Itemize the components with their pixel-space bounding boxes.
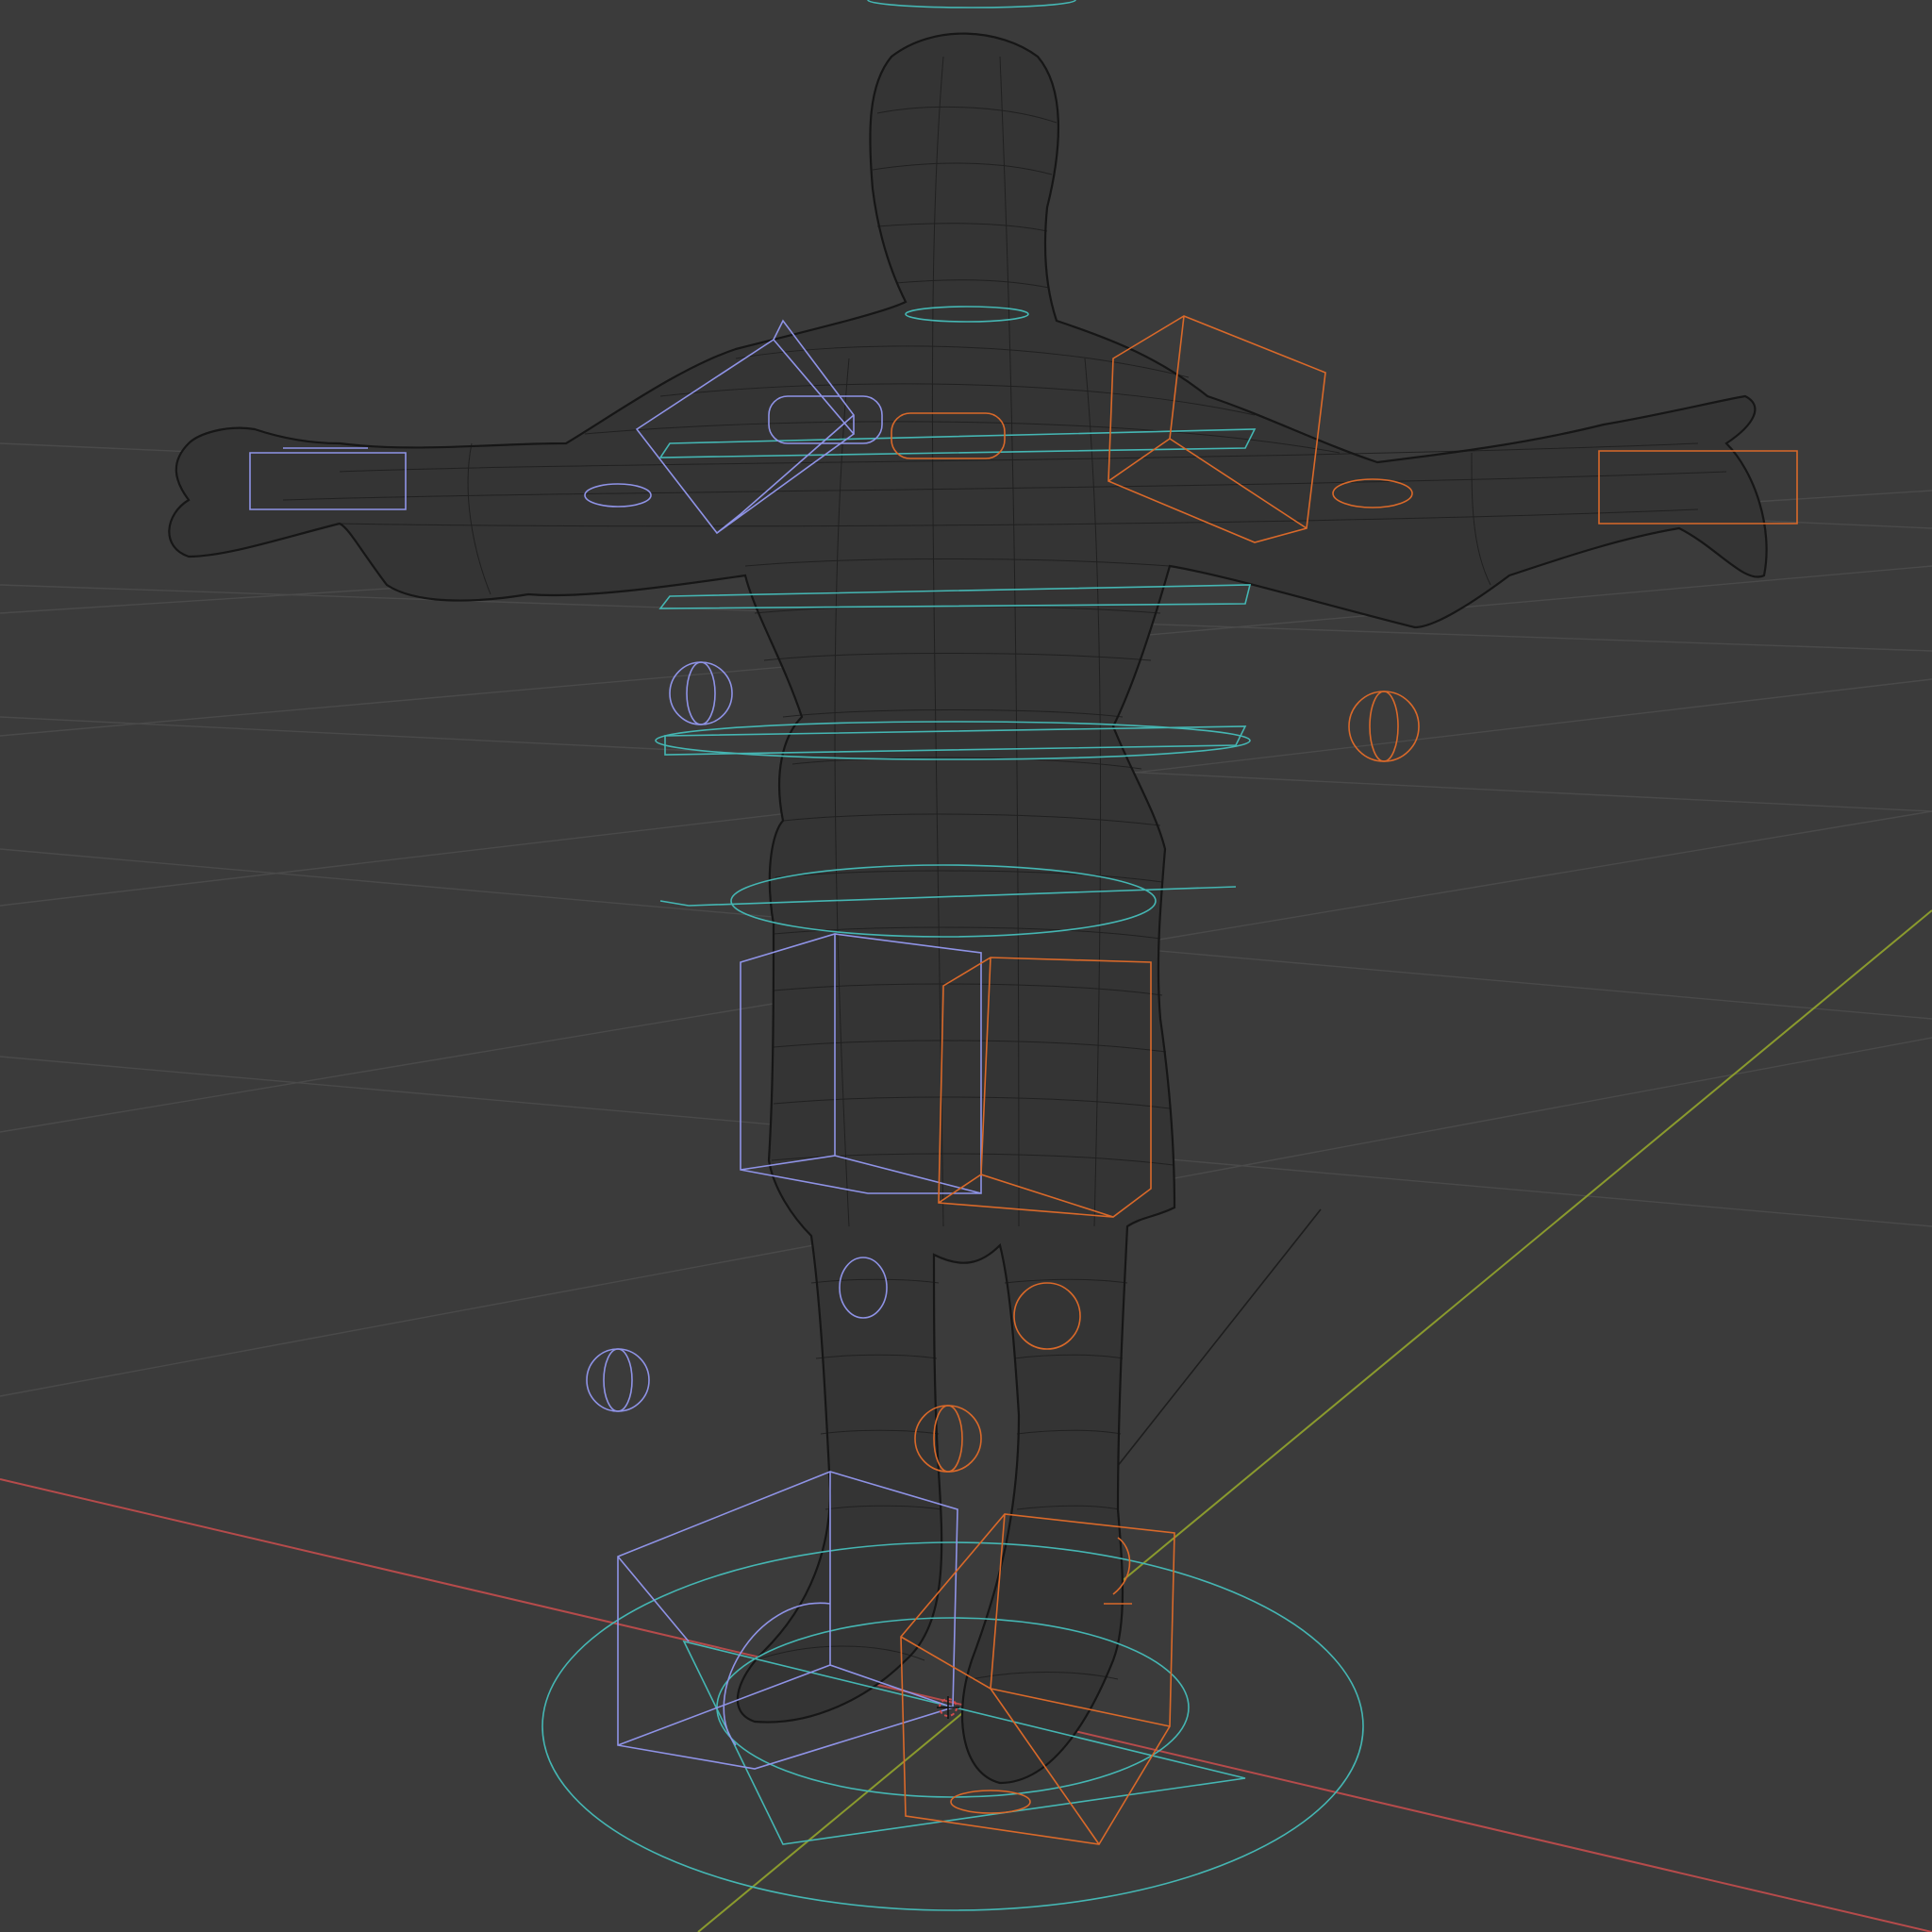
right-knee-pole-ring[interactable] [933, 1405, 963, 1473]
bone-direction-line [1112, 1208, 1322, 1473]
root-circle-control[interactable] [541, 1541, 1364, 1911]
right-elbow-pole-ring[interactable] [1369, 691, 1399, 762]
left-elbow-pole-control[interactable] [669, 661, 733, 725]
character-mesh[interactable] [168, 32, 1768, 1785]
3d-viewport[interactable] [0, 0, 1932, 1932]
viewport-canvas[interactable] [0, 0, 1932, 1932]
right-elbow-pole-control[interactable] [1348, 691, 1420, 762]
left-knee-pole-ring[interactable] [603, 1348, 633, 1412]
left-elbow-pole-ring[interactable] [686, 661, 716, 725]
right-heel-control[interactable] [950, 1790, 1031, 1814]
left-knee-pole-control[interactable] [586, 1348, 650, 1412]
head-top-control[interactable] [867, 0, 1076, 8]
